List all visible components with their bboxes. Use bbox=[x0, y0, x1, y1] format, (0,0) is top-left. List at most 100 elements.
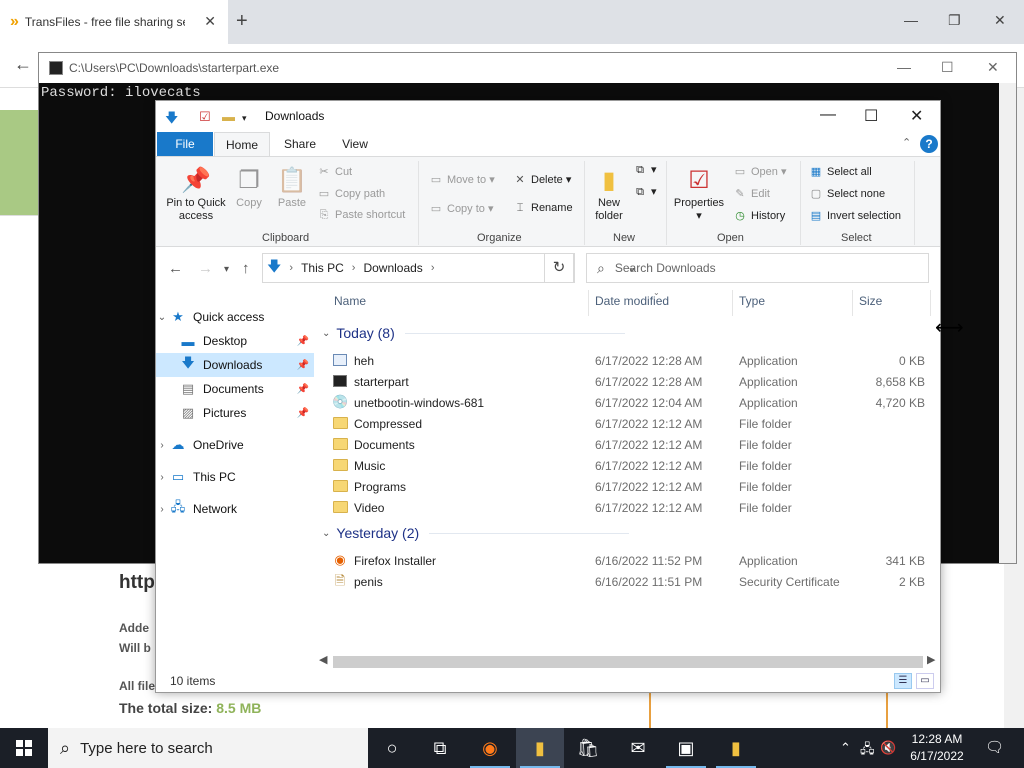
properties-button[interactable]: ☑ Properties ▾ bbox=[670, 165, 728, 223]
help-icon[interactable]: ? bbox=[920, 135, 938, 153]
explorer-titlebar[interactable]: 🡇 ☑ ▬ ▾ Downloads — ☐ ✕ bbox=[156, 101, 940, 131]
store-taskbar-button[interactable]: 🛍 bbox=[564, 728, 612, 768]
expand-chevron-icon[interactable]: › bbox=[156, 504, 168, 515]
file-row[interactable]: heh 6/17/2022 12:28 AM Application 0 KB bbox=[316, 350, 940, 371]
explorer-window[interactable]: 🡇 ☑ ▬ ▾ Downloads — ☐ ✕ File Home Share … bbox=[155, 100, 941, 693]
collapse-chevron-icon[interactable]: ⌄ bbox=[322, 528, 330, 539]
collapse-chevron-icon[interactable]: ⌄ bbox=[322, 328, 330, 339]
file-row[interactable]: 🗎 penis 6/16/2022 11:51 PM Security Cert… bbox=[316, 571, 940, 592]
console-taskbar-button[interactable]: ▣ bbox=[662, 728, 710, 768]
file-row[interactable]: ◉ Firefox Installer 6/16/2022 11:52 PM A… bbox=[316, 550, 940, 571]
group-header-today[interactable]: ⌄ Today (8) bbox=[322, 325, 625, 341]
open-button[interactable]: ▭ Open ▾ bbox=[732, 165, 787, 178]
cut-button[interactable]: ✂ Cut bbox=[316, 165, 352, 178]
column-divider[interactable] bbox=[930, 290, 931, 316]
console-scrollbar[interactable] bbox=[999, 83, 1016, 563]
file-row[interactable]: Programs 6/17/2022 12:12 AM File folder bbox=[316, 476, 940, 497]
column-divider[interactable] bbox=[852, 290, 853, 316]
column-divider[interactable] bbox=[588, 290, 589, 316]
forward-icon[interactable]: → bbox=[198, 260, 213, 277]
column-date-modified[interactable]: Date modified bbox=[595, 294, 669, 308]
history-button[interactable]: ◷ History bbox=[732, 209, 785, 222]
scrollbar-thumb[interactable] bbox=[333, 656, 923, 668]
folder-icon[interactable]: ▬ bbox=[222, 109, 235, 124]
address-bar[interactable]: 🡇 › This PC › Downloads › ⌄ bbox=[262, 253, 637, 283]
console-titlebar[interactable]: C:\Users\PC\Downloads\starterpart.exe — … bbox=[39, 53, 1016, 83]
file-row[interactable]: Video 6/17/2022 12:12 AM File folder bbox=[316, 497, 940, 518]
back-icon[interactable]: ← bbox=[168, 260, 183, 277]
nav-pictures[interactable]: ▨ Pictures 📌 bbox=[156, 401, 314, 425]
group-header-yesterday[interactable]: ⌄ Yesterday (2) bbox=[322, 525, 630, 541]
restore-icon[interactable]: ❐ bbox=[948, 12, 961, 29]
explorer-minimize-icon[interactable]: — bbox=[820, 106, 836, 124]
taskbar-search[interactable]: ⌕ Type here to search bbox=[48, 728, 368, 768]
minimize-icon[interactable]: — bbox=[904, 12, 918, 28]
recent-locations-icon[interactable]: ▾ bbox=[224, 264, 229, 275]
tab-view[interactable]: View bbox=[330, 132, 380, 156]
refresh-button[interactable]: ↻ bbox=[544, 253, 574, 283]
expand-chevron-icon[interactable]: › bbox=[156, 472, 168, 483]
network-tray-icon[interactable]: 🖧 bbox=[860, 740, 875, 762]
installer-taskbar-button[interactable]: ▮ bbox=[712, 728, 760, 768]
show-hidden-icons-icon[interactable]: ⌃ bbox=[840, 740, 851, 756]
start-button[interactable] bbox=[0, 728, 48, 768]
notification-icon[interactable]: 🗨 bbox=[985, 738, 1004, 756]
invert-selection-button[interactable]: ▤ Invert selection bbox=[808, 209, 901, 222]
paste-button[interactable]: 📋 Paste bbox=[274, 165, 310, 210]
file-explorer-taskbar-button[interactable]: ▮ bbox=[516, 728, 564, 768]
cortana-button[interactable]: ○ bbox=[368, 728, 416, 768]
tab-share[interactable]: Share bbox=[274, 132, 326, 156]
explorer-close-icon[interactable]: ✕ bbox=[910, 106, 923, 126]
volume-muted-icon[interactable]: 🔇 bbox=[880, 740, 896, 756]
file-row[interactable]: starterpart 6/17/2022 12:28 AM Applicati… bbox=[316, 371, 940, 392]
clock[interactable]: 12:28 AM 6/17/2022 bbox=[900, 731, 974, 765]
task-view-button[interactable]: ⧉ bbox=[416, 728, 464, 768]
move-to-button[interactable]: ▭ Move to ▾ bbox=[428, 173, 495, 186]
scroll-right-icon[interactable]: ▶ bbox=[927, 653, 935, 666]
new-tab-icon[interactable]: + bbox=[236, 10, 248, 33]
nav-documents[interactable]: ▤ Documents 📌 bbox=[156, 377, 314, 401]
nav-quick-access[interactable]: ⌄ ★ Quick access bbox=[156, 305, 314, 329]
up-icon[interactable]: ↑ bbox=[242, 260, 250, 277]
column-divider[interactable] bbox=[732, 290, 733, 316]
mail-taskbar-button[interactable]: ✉ bbox=[614, 728, 662, 768]
horizontal-scrollbar[interactable]: ◀ ▶ bbox=[319, 653, 939, 670]
nav-onedrive[interactable]: › ☁ OneDrive bbox=[156, 433, 314, 457]
expand-chevron-icon[interactable]: › bbox=[156, 440, 168, 451]
properties-check-icon[interactable]: ☑ bbox=[199, 109, 211, 125]
file-row[interactable]: Music 6/17/2022 12:12 AM File folder bbox=[316, 455, 940, 476]
search-input[interactable]: ⌕ Search Downloads bbox=[586, 253, 929, 283]
new-item-button[interactable]: ⧉ ▾ bbox=[632, 163, 656, 177]
new-folder-button[interactable]: ▮ New folder bbox=[590, 165, 628, 223]
console-close-icon[interactable]: ✕ bbox=[987, 59, 999, 76]
firefox-taskbar-button[interactable]: ◉ bbox=[466, 728, 514, 768]
select-none-button[interactable]: ▢ Select none bbox=[808, 187, 885, 200]
pin-quick-access-button[interactable]: 📌 Pin to Quick access bbox=[162, 165, 230, 223]
delete-button[interactable]: ✕ Delete ▾ bbox=[512, 173, 571, 186]
page-link-text[interactable]: http bbox=[119, 572, 155, 594]
tab-home[interactable]: Home bbox=[214, 132, 270, 156]
large-icons-view-icon[interactable]: ▭ bbox=[916, 673, 934, 689]
file-row[interactable]: Documents 6/17/2022 12:12 AM File folder bbox=[316, 434, 940, 455]
select-all-button[interactable]: ▦ Select all bbox=[808, 165, 872, 178]
breadcrumb-downloads[interactable]: Downloads bbox=[363, 261, 422, 275]
close-icon[interactable]: ✕ bbox=[994, 12, 1006, 29]
nav-downloads[interactable]: 🡇 Downloads 📌 bbox=[156, 353, 314, 377]
nav-this-pc[interactable]: › ▭ This PC bbox=[156, 465, 314, 489]
copy-button[interactable]: ❐ Copy bbox=[234, 165, 264, 210]
column-name[interactable]: Name bbox=[334, 294, 366, 308]
paste-shortcut-button[interactable]: ⎘ Paste shortcut bbox=[316, 209, 406, 222]
customize-qa-chevron-icon[interactable]: ▾ bbox=[242, 113, 247, 124]
file-row[interactable]: Compressed 6/17/2022 12:12 AM File folde… bbox=[316, 413, 940, 434]
details-view-icon[interactable]: ☰ bbox=[894, 673, 912, 689]
file-row[interactable]: 💿 unetbootin-windows-681 6/17/2022 12:04… bbox=[316, 392, 940, 413]
browser-tab[interactable]: » TransFiles - free file sharing ser ✕ bbox=[0, 0, 228, 44]
explorer-maximize-icon[interactable]: ☐ bbox=[864, 106, 878, 126]
copy-path-button[interactable]: ▭ Copy path bbox=[316, 187, 385, 200]
rename-button[interactable]: ⌶ Rename bbox=[512, 202, 573, 215]
down-arrow-icon[interactable]: 🡇 bbox=[165, 109, 178, 131]
close-tab-icon[interactable]: ✕ bbox=[204, 13, 216, 30]
scroll-left-icon[interactable]: ◀ bbox=[319, 653, 327, 666]
console-maximize-icon[interactable]: ☐ bbox=[941, 59, 954, 76]
edit-button[interactable]: ✎ Edit bbox=[732, 187, 770, 200]
